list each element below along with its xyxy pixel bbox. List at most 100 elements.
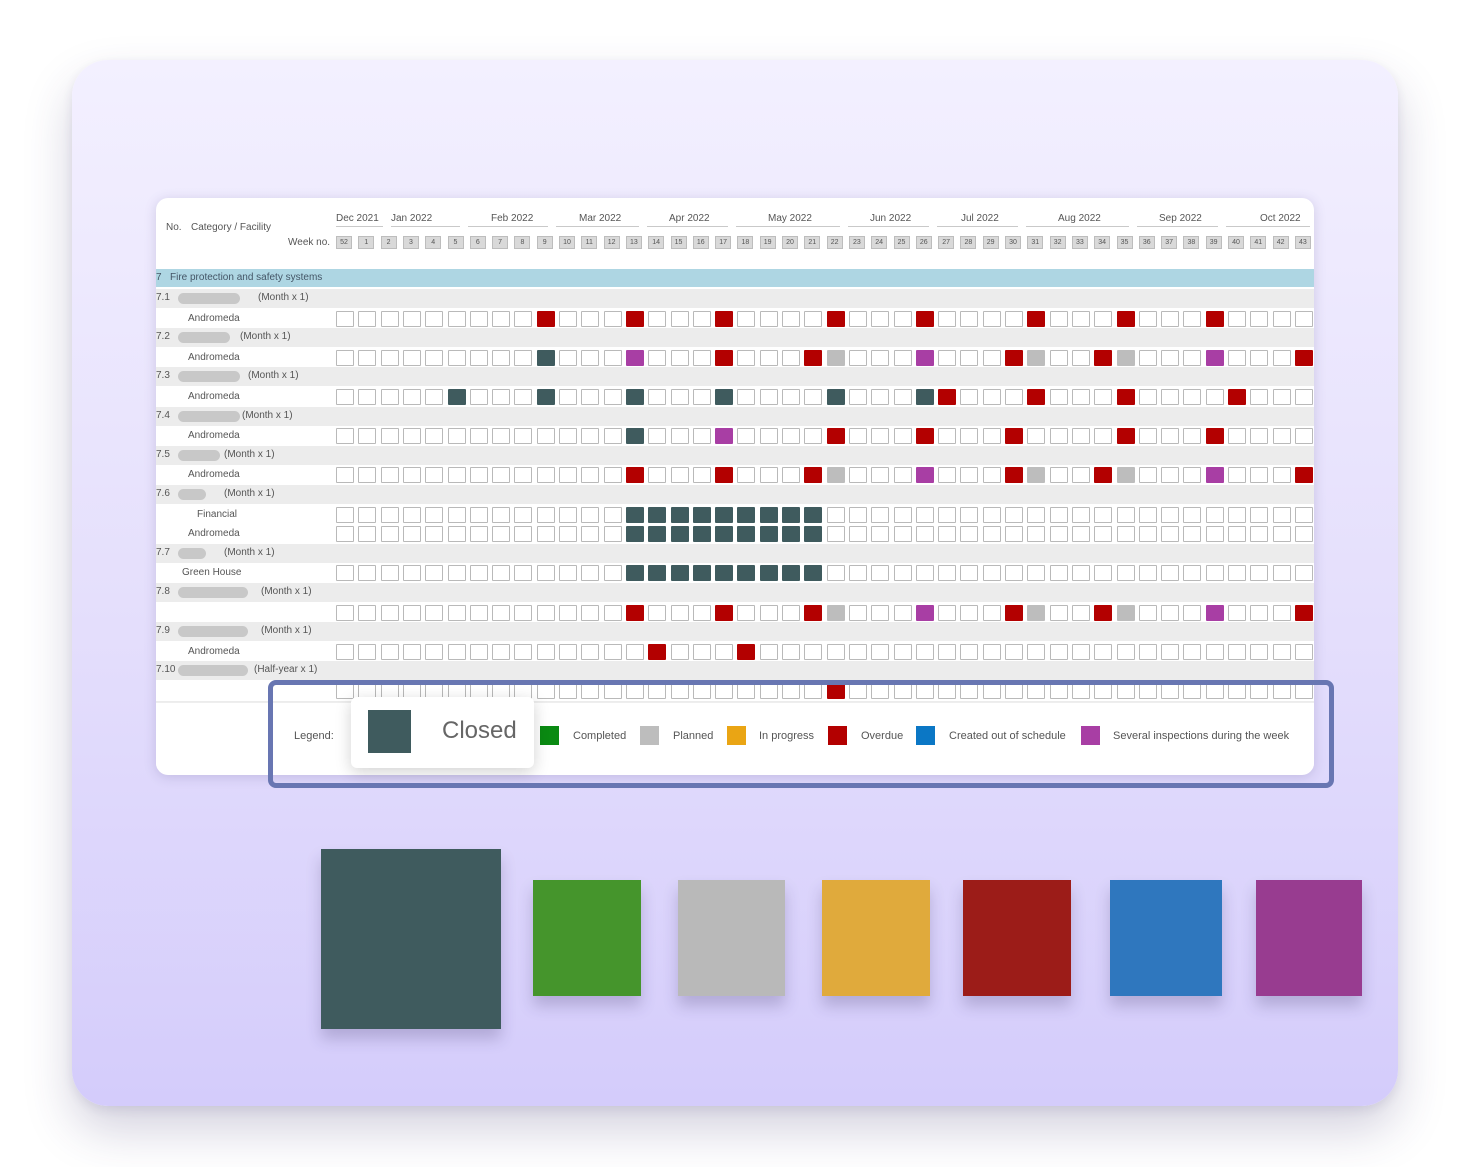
week-cell-empty[interactable]: [425, 604, 444, 621]
week-cell-overdue[interactable]: [1027, 389, 1046, 405]
week-cell-empty[interactable]: [447, 565, 466, 582]
week-cell-empty[interactable]: [938, 604, 957, 621]
week-cell-empty[interactable]: [1161, 389, 1180, 405]
week-cell-empty[interactable]: [1250, 565, 1269, 582]
week-cell-planned[interactable]: [1027, 604, 1046, 621]
week-cell-empty[interactable]: [1250, 428, 1269, 445]
week-cell-empty[interactable]: [1272, 467, 1291, 484]
week-cell-empty[interactable]: [358, 389, 377, 405]
week-cell-empty[interactable]: [492, 643, 511, 660]
week-cell-empty[interactable]: [603, 565, 622, 582]
week-cell-empty[interactable]: [826, 643, 845, 660]
week-cell-empty[interactable]: [1071, 604, 1090, 621]
week-cell-empty[interactable]: [1161, 526, 1180, 543]
week-cell-planned[interactable]: [1027, 349, 1046, 366]
week-cell-empty[interactable]: [492, 467, 511, 484]
week-cell-empty[interactable]: [938, 467, 957, 484]
week-cell-empty[interactable]: [536, 643, 555, 660]
week-cell-empty[interactable]: [1005, 506, 1023, 523]
week-cell-empty[interactable]: [447, 310, 466, 327]
week-cell-empty[interactable]: [536, 506, 555, 523]
week-cell-several[interactable]: [915, 349, 934, 366]
week-cell-empty[interactable]: [1005, 526, 1023, 543]
week-cell-overdue[interactable]: [715, 604, 734, 621]
week-cell-empty[interactable]: [670, 467, 689, 484]
week-cell-empty[interactable]: [1094, 565, 1113, 582]
week-cell-empty[interactable]: [871, 467, 890, 484]
week-cell-empty[interactable]: [380, 643, 399, 660]
week-cell-closed[interactable]: [737, 506, 756, 523]
week-cell-empty[interactable]: [692, 349, 711, 366]
week-cell-empty[interactable]: [603, 604, 622, 621]
week-cell-empty[interactable]: [1183, 428, 1202, 445]
week-cell-empty[interactable]: [1228, 565, 1246, 582]
week-cell-empty[interactable]: [982, 643, 1001, 660]
week-cell-empty[interactable]: [336, 506, 354, 523]
week-cell-empty[interactable]: [402, 643, 421, 660]
week-cell-empty[interactable]: [581, 349, 600, 366]
week-cell-empty[interactable]: [581, 565, 600, 582]
week-cell-empty[interactable]: [982, 604, 1001, 621]
week-cell-overdue[interactable]: [715, 310, 734, 327]
week-cell-empty[interactable]: [759, 428, 778, 445]
week-cell-empty[interactable]: [960, 467, 979, 484]
week-cell-empty[interactable]: [1272, 506, 1291, 523]
week-cell-empty[interactable]: [1138, 310, 1157, 327]
week-cell-empty[interactable]: [358, 506, 377, 523]
week-cell-closed[interactable]: [737, 526, 756, 543]
week-cell-empty[interactable]: [336, 389, 354, 405]
week-cell-empty[interactable]: [1071, 389, 1090, 405]
category-row[interactable]: 7.5 (Month x 1): [156, 445, 1314, 465]
week-cell-empty[interactable]: [492, 506, 511, 523]
week-cell-closed[interactable]: [759, 565, 778, 582]
week-cell-empty[interactable]: [1094, 389, 1113, 405]
week-cell-empty[interactable]: [1183, 526, 1202, 543]
week-cell-empty[interactable]: [915, 643, 934, 660]
week-cell-empty[interactable]: [514, 428, 533, 445]
week-cell-closed[interactable]: [670, 565, 689, 582]
week-cell-empty[interactable]: [514, 389, 533, 405]
week-cell-empty[interactable]: [848, 428, 867, 445]
week-cell-empty[interactable]: [648, 467, 667, 484]
week-cell-overdue[interactable]: [1005, 467, 1023, 484]
week-cell-closed[interactable]: [625, 526, 644, 543]
week-cell-empty[interactable]: [893, 526, 912, 543]
week-cell-empty[interactable]: [782, 310, 800, 327]
week-cell-empty[interactable]: [737, 467, 756, 484]
week-cell-empty[interactable]: [559, 467, 577, 484]
week-cell-empty[interactable]: [402, 604, 421, 621]
week-cell-empty[interactable]: [1205, 389, 1224, 405]
week-cell-empty[interactable]: [648, 349, 667, 366]
week-cell-empty[interactable]: [1183, 310, 1202, 327]
week-cell-empty[interactable]: [603, 310, 622, 327]
week-cell-empty[interactable]: [871, 428, 890, 445]
facility-name[interactable]: Financial: [197, 509, 237, 520]
week-cell-overdue[interactable]: [625, 310, 644, 327]
week-cell-empty[interactable]: [893, 349, 912, 366]
week-cell-empty[interactable]: [581, 526, 600, 543]
week-cell-empty[interactable]: [1071, 467, 1090, 484]
week-cell-empty[interactable]: [1049, 526, 1068, 543]
week-cell-empty[interactable]: [336, 643, 354, 660]
category-row[interactable]: 7.4 (Month x 1): [156, 406, 1314, 426]
week-cell-empty[interactable]: [1294, 526, 1313, 543]
week-cell-closed[interactable]: [648, 526, 667, 543]
week-cell-overdue[interactable]: [715, 467, 734, 484]
week-cell-empty[interactable]: [425, 565, 444, 582]
week-cell-overdue[interactable]: [826, 428, 845, 445]
week-cell-empty[interactable]: [469, 467, 488, 484]
week-cell-empty[interactable]: [938, 643, 957, 660]
week-cell-empty[interactable]: [1138, 389, 1157, 405]
week-cell-empty[interactable]: [1027, 526, 1046, 543]
week-cell-empty[interactable]: [336, 467, 354, 484]
week-cell-empty[interactable]: [915, 506, 934, 523]
week-cell-empty[interactable]: [871, 604, 890, 621]
week-cell-overdue[interactable]: [625, 604, 644, 621]
week-cell-closed[interactable]: [692, 506, 711, 523]
week-cell-empty[interactable]: [1183, 565, 1202, 582]
week-cell-closed[interactable]: [715, 389, 734, 405]
week-cell-empty[interactable]: [469, 604, 488, 621]
week-cell-closed[interactable]: [648, 506, 667, 523]
week-cell-empty[interactable]: [893, 506, 912, 523]
category-row[interactable]: 7.1 (Month x 1): [156, 289, 1314, 308]
